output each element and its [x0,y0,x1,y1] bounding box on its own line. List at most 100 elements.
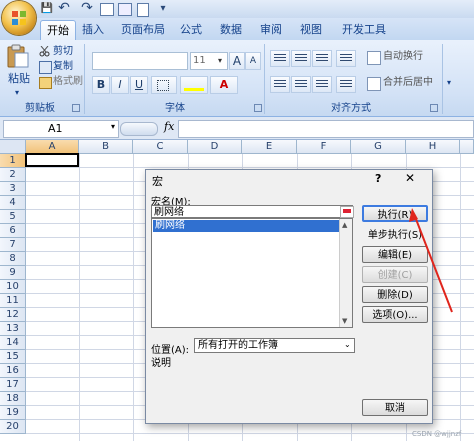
name-box[interactable]: A1 ▾ [3,120,119,138]
column-header-b[interactable]: B [79,140,133,154]
row-header-6[interactable]: 6 [0,224,26,238]
row-header-19[interactable]: 19 [0,406,26,420]
font-size-combo[interactable]: 11 [190,52,228,70]
document-icon[interactable] [137,3,149,17]
run-button[interactable]: 执行(R) [362,205,428,222]
select-all-corner[interactable] [0,140,26,154]
tab-page-layout[interactable]: 页面布局 [115,20,171,40]
location-dropdown-icon[interactable]: ⌄ [344,340,351,349]
row-header-17[interactable]: 17 [0,378,26,392]
help-button[interactable]: ? [375,172,381,185]
row-header-11[interactable]: 11 [0,294,26,308]
column-header-f[interactable]: F [297,140,351,154]
borders-button[interactable] [151,76,177,94]
paste-label[interactable]: 粘贴 [8,72,30,86]
row-header-8[interactable]: 8 [0,252,26,266]
grow-font-button[interactable]: A [229,52,245,70]
row-header-3[interactable]: 3 [0,182,26,196]
step-into-button[interactable]: 单步执行(S) [362,227,428,244]
row-header-1[interactable]: 1 [0,154,26,168]
font-color-button[interactable]: A [210,76,238,94]
wrap-text-button[interactable]: 自动换行 [383,50,423,64]
shrink-font-button[interactable]: A [245,52,261,70]
save-icon[interactable]: 💾 [40,2,54,15]
column-header-c[interactable]: C [133,140,188,154]
active-cell-a1[interactable] [25,153,79,167]
copy-button[interactable]: 复制 [53,60,73,74]
bold-button[interactable]: B [92,76,110,94]
formula-input[interactable] [178,120,474,138]
tab-data[interactable]: 数据 [216,20,246,40]
cancel-button[interactable]: 取消 [362,399,428,416]
macro-list-item[interactable]: 刷网络 [153,220,341,232]
cut-button[interactable]: 剪切 [53,45,73,59]
italic-button[interactable]: I [111,76,129,94]
font-name-combo[interactable] [92,52,188,70]
insert-function-button[interactable]: fx [164,120,174,133]
merge-dropdown-icon[interactable]: ▾ [447,76,451,90]
row-header-20[interactable]: 20 [0,420,26,434]
row-header-14[interactable]: 14 [0,336,26,350]
column-header-h[interactable]: H [406,140,460,154]
tab-home[interactable]: 开始 [40,20,76,41]
row-header-13[interactable]: 13 [0,322,26,336]
customize-toolbar-icon[interactable]: ▾ [156,2,170,15]
column-header-d[interactable]: D [188,140,242,154]
formula-bar-splitter[interactable] [120,122,158,136]
font-launcher-icon[interactable] [254,104,262,112]
clipboard-launcher-icon[interactable] [72,104,80,112]
redo-icon[interactable]: ↷ [80,1,94,15]
format-painter-button[interactable]: 格式刷 [53,75,83,89]
row-header-15[interactable]: 15 [0,350,26,364]
scroll-down-icon[interactable]: ▼ [342,317,347,325]
underline-button[interactable]: U [130,76,148,94]
options-button[interactable]: 选项(O)... [362,306,428,323]
macro-list-scrollbar[interactable]: ▲ ▼ [339,219,352,327]
align-left-button[interactable] [270,76,290,93]
paste-button[interactable] [6,43,30,69]
tab-developer[interactable]: 开发工具 [336,20,392,40]
tab-review[interactable]: 审阅 [256,20,286,40]
office-button[interactable] [2,1,36,35]
new-doc-icon[interactable] [100,3,114,16]
align-top-button[interactable] [270,50,290,67]
location-select[interactable]: 所有打开的工作簿 [194,338,355,353]
row-header-5[interactable]: 5 [0,210,26,224]
align-bottom-button[interactable] [312,50,332,67]
macro-name-input[interactable]: 刷网络 [151,205,353,218]
paste-dropdown-icon[interactable]: ▾ [15,86,19,100]
row-header-10[interactable]: 10 [0,280,26,294]
column-header-g[interactable]: G [351,140,406,154]
create-button[interactable]: 创建(C) [362,266,428,283]
macro-collapse-icon[interactable] [340,206,354,218]
print-preview-icon[interactable] [118,3,132,16]
align-center-button[interactable] [291,76,311,93]
row-header-2[interactable]: 2 [0,168,26,182]
row-header-9[interactable]: 9 [0,266,26,280]
scroll-up-icon[interactable]: ▲ [342,221,347,229]
column-header-i[interactable] [460,140,474,154]
fill-color-button[interactable] [180,76,208,94]
row-header-16[interactable]: 16 [0,364,26,378]
align-right-button[interactable] [312,76,332,93]
row-header-4[interactable]: 4 [0,196,26,210]
orientation-button[interactable] [336,50,356,67]
edit-button[interactable]: 编辑(E) [362,246,428,263]
row-header-12[interactable]: 12 [0,308,26,322]
tab-view[interactable]: 视图 [296,20,326,40]
delete-button[interactable]: 删除(D) [362,286,428,303]
row-header-7[interactable]: 7 [0,238,26,252]
macro-list[interactable]: 刷网络 ▲ ▼ [151,218,353,328]
tab-formulas[interactable]: 公式 [176,20,206,40]
name-box-dropdown-icon[interactable]: ▾ [111,122,115,131]
alignment-launcher-icon[interactable] [430,104,438,112]
row-header-18[interactable]: 18 [0,392,26,406]
column-header-a[interactable]: A [26,140,79,154]
undo-icon[interactable]: ↶ [57,1,71,15]
column-header-e[interactable]: E [242,140,297,154]
merge-center-button[interactable]: 合并后居中 [383,76,433,90]
align-middle-button[interactable] [291,50,311,67]
close-button[interactable]: ✕ [405,171,415,185]
indent-button[interactable] [336,76,356,93]
font-size-dropdown-icon[interactable]: ▾ [218,52,222,69]
